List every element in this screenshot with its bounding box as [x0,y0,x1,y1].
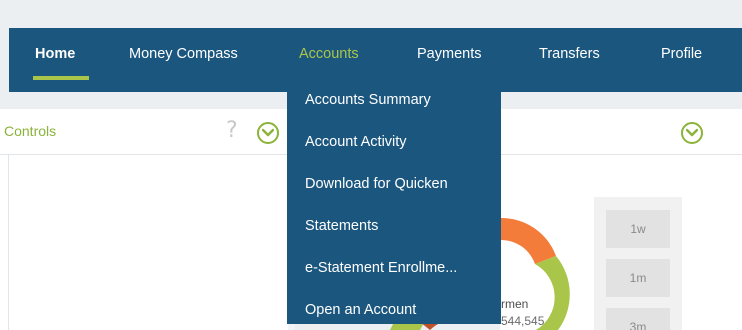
range-button-1m[interactable]: 1m [606,259,670,297]
menu-item-statements[interactable]: Statements [305,218,378,234]
range-selector: 1w 1m 3m [594,197,682,330]
range-button-1w[interactable]: 1w [606,210,670,248]
menu-item-download-quicken[interactable]: Download for Quicken [305,176,448,192]
range-button-3m[interactable]: 3m [606,308,670,330]
accounts-dropdown-menu: Accounts Summary Account Activity Downlo… [287,80,501,324]
donut-segment-orange [500,217,556,264]
menu-item-estatement-enrollment[interactable]: e-Statement Enrollme... [305,260,457,276]
menu-item-account-activity[interactable]: Account Activity [305,134,407,150]
menu-item-accounts-summary[interactable]: Accounts Summary [305,92,431,108]
menu-item-open-account[interactable]: Open an Account [305,302,416,318]
chart-center-label-fragment: rmen [501,297,529,311]
chart-center-value-fragment: 544,545 [501,314,545,328]
